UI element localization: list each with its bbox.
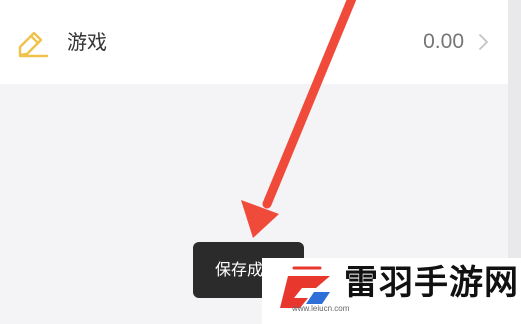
watermark-title: 雷羽手游网 [344, 263, 519, 303]
watermark-url: www.leiucn.com [292, 304, 350, 313]
watermark: 雷羽手游网 www.leiucn.com [262, 258, 521, 324]
